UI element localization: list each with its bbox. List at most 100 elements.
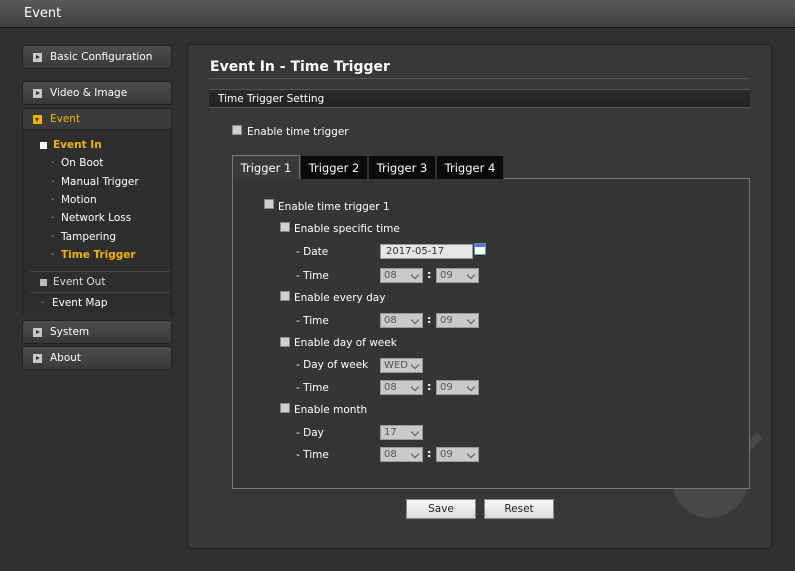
dot-bullet-icon: · — [51, 176, 55, 188]
minute-value: 09 — [440, 382, 453, 393]
chevron-down-icon — [466, 449, 476, 459]
sidebar-item-label: Event — [50, 113, 81, 125]
hour-value: 08 — [384, 270, 397, 281]
save-button[interactable]: Save — [406, 499, 476, 519]
time-separator: : — [427, 447, 432, 460]
sidebar-item-event-map[interactable]: Event Map — [52, 297, 108, 309]
divider — [30, 271, 170, 272]
sidebar-item-label: Basic Configuration — [50, 51, 153, 63]
time-label: - Time — [296, 449, 329, 461]
day-of-week-select[interactable]: WED — [380, 358, 423, 373]
chevron-down-icon — [466, 315, 476, 325]
chevron-down-icon — [410, 360, 420, 370]
sidebar-item-network-loss[interactable]: Network Loss — [61, 212, 131, 224]
minute-value: 09 — [440, 449, 453, 460]
day-of-week-value: WED — [384, 360, 408, 371]
sidebar-item-label: About — [50, 352, 82, 364]
page-title: Event In - Time Trigger — [210, 59, 390, 75]
minute-select[interactable]: 09 — [436, 313, 479, 328]
date-label: - Date — [296, 246, 329, 258]
sidebar-item-label: Video & Image — [50, 87, 128, 99]
hour-value: 08 — [384, 382, 397, 393]
day-value: 17 — [384, 427, 397, 438]
chevron-down-icon — [410, 270, 420, 280]
day-of-week-label: - Day of week — [296, 359, 369, 371]
collapse-arrow-icon — [33, 115, 42, 124]
enable-every-day-label: Enable every day — [294, 292, 386, 304]
minute-value: 09 — [440, 315, 453, 326]
enable-month-checkbox[interactable] — [280, 403, 290, 413]
chevron-down-icon — [410, 382, 420, 392]
time-separator: : — [427, 313, 432, 326]
enable-month-label: Enable month — [294, 404, 368, 416]
hour-value: 08 — [384, 315, 397, 326]
section-title: Time Trigger Setting — [218, 93, 325, 105]
time-label: - Time — [296, 382, 329, 394]
minute-value: 09 — [440, 270, 453, 281]
enable-trigger-label: Enable time trigger 1 — [278, 201, 390, 213]
hour-value: 08 — [384, 449, 397, 460]
calendar-icon[interactable] — [474, 243, 486, 255]
enable-day-of-week-checkbox[interactable] — [280, 337, 290, 347]
tab-trigger-1[interactable]: Trigger 1 — [232, 155, 300, 179]
square-bullet-icon — [40, 279, 47, 286]
expand-arrow-icon — [33, 354, 42, 363]
chevron-down-icon — [410, 315, 420, 325]
section-header: Time Trigger Setting — [209, 89, 750, 108]
sidebar-item-manual-trigger[interactable]: Manual Trigger — [61, 176, 139, 188]
tab-trigger-3[interactable]: Trigger 3 — [368, 155, 436, 179]
sidebar-item-time-trigger[interactable]: Time Trigger — [61, 249, 136, 261]
chevron-down-icon — [410, 427, 420, 437]
sidebar-item-system[interactable]: System — [22, 320, 172, 344]
tab-trigger-2[interactable]: Trigger 2 — [300, 155, 368, 179]
sidebar-item-on-boot[interactable]: On Boot — [61, 157, 103, 169]
expand-arrow-icon — [33, 89, 42, 98]
chevron-down-icon — [466, 270, 476, 280]
window-title: Event — [24, 6, 62, 21]
day-select[interactable]: 17 — [380, 425, 423, 440]
sidebar-item-event-in[interactable]: Event In — [53, 139, 102, 151]
dot-bullet-icon: · — [41, 297, 45, 309]
sidebar-item-tampering[interactable]: Tampering — [61, 231, 116, 243]
minute-select[interactable]: 09 — [436, 268, 479, 283]
dot-bullet-icon: · — [51, 231, 55, 243]
dot-bullet-icon: · — [51, 194, 55, 206]
sidebar-item-event[interactable]: Event — [22, 108, 172, 130]
enable-specific-time-checkbox[interactable] — [280, 222, 290, 232]
dot-bullet-icon: · — [51, 249, 55, 261]
sidebar-item-event-out[interactable]: Event Out — [53, 276, 105, 288]
minute-select[interactable]: 09 — [436, 380, 479, 395]
title-bar: Event — [0, 0, 795, 28]
minute-select[interactable]: 09 — [436, 447, 479, 462]
enable-day-of-week-label: Enable day of week — [294, 337, 397, 349]
time-label: - Time — [296, 315, 329, 327]
square-bullet-icon — [40, 142, 47, 149]
title-divider — [209, 78, 749, 79]
enable-trigger-checkbox[interactable] — [264, 199, 274, 209]
hour-select[interactable]: 08 — [380, 268, 423, 283]
enable-every-day-checkbox[interactable] — [280, 291, 290, 301]
expand-arrow-icon — [33, 328, 42, 337]
hour-select[interactable]: 08 — [380, 313, 423, 328]
sidebar-item-video-image[interactable]: Video & Image — [22, 81, 172, 105]
sidebar-item-about[interactable]: About — [22, 346, 172, 370]
reset-button[interactable]: Reset — [484, 499, 554, 519]
time-separator: : — [427, 380, 432, 393]
hour-select[interactable]: 08 — [380, 447, 423, 462]
day-label: - Day — [296, 427, 324, 439]
hour-select[interactable]: 08 — [380, 380, 423, 395]
enable-time-trigger-checkbox[interactable] — [232, 125, 242, 135]
dot-bullet-icon: · — [51, 212, 55, 224]
time-label: - Time — [296, 270, 329, 282]
enable-time-trigger-label: Enable time trigger — [247, 126, 349, 138]
sidebar-item-motion[interactable]: Motion — [61, 194, 97, 206]
expand-arrow-icon — [33, 53, 42, 62]
time-separator: : — [427, 268, 432, 281]
divider — [30, 292, 170, 293]
sidebar-item-label: System — [50, 326, 90, 338]
date-input[interactable]: 2017-05-17 — [380, 244, 473, 259]
chevron-down-icon — [410, 449, 420, 459]
sidebar-item-basic-configuration[interactable]: Basic Configuration — [22, 45, 172, 69]
tab-trigger-4[interactable]: Trigger 4 — [436, 155, 504, 179]
enable-specific-time-label: Enable specific time — [294, 223, 400, 235]
